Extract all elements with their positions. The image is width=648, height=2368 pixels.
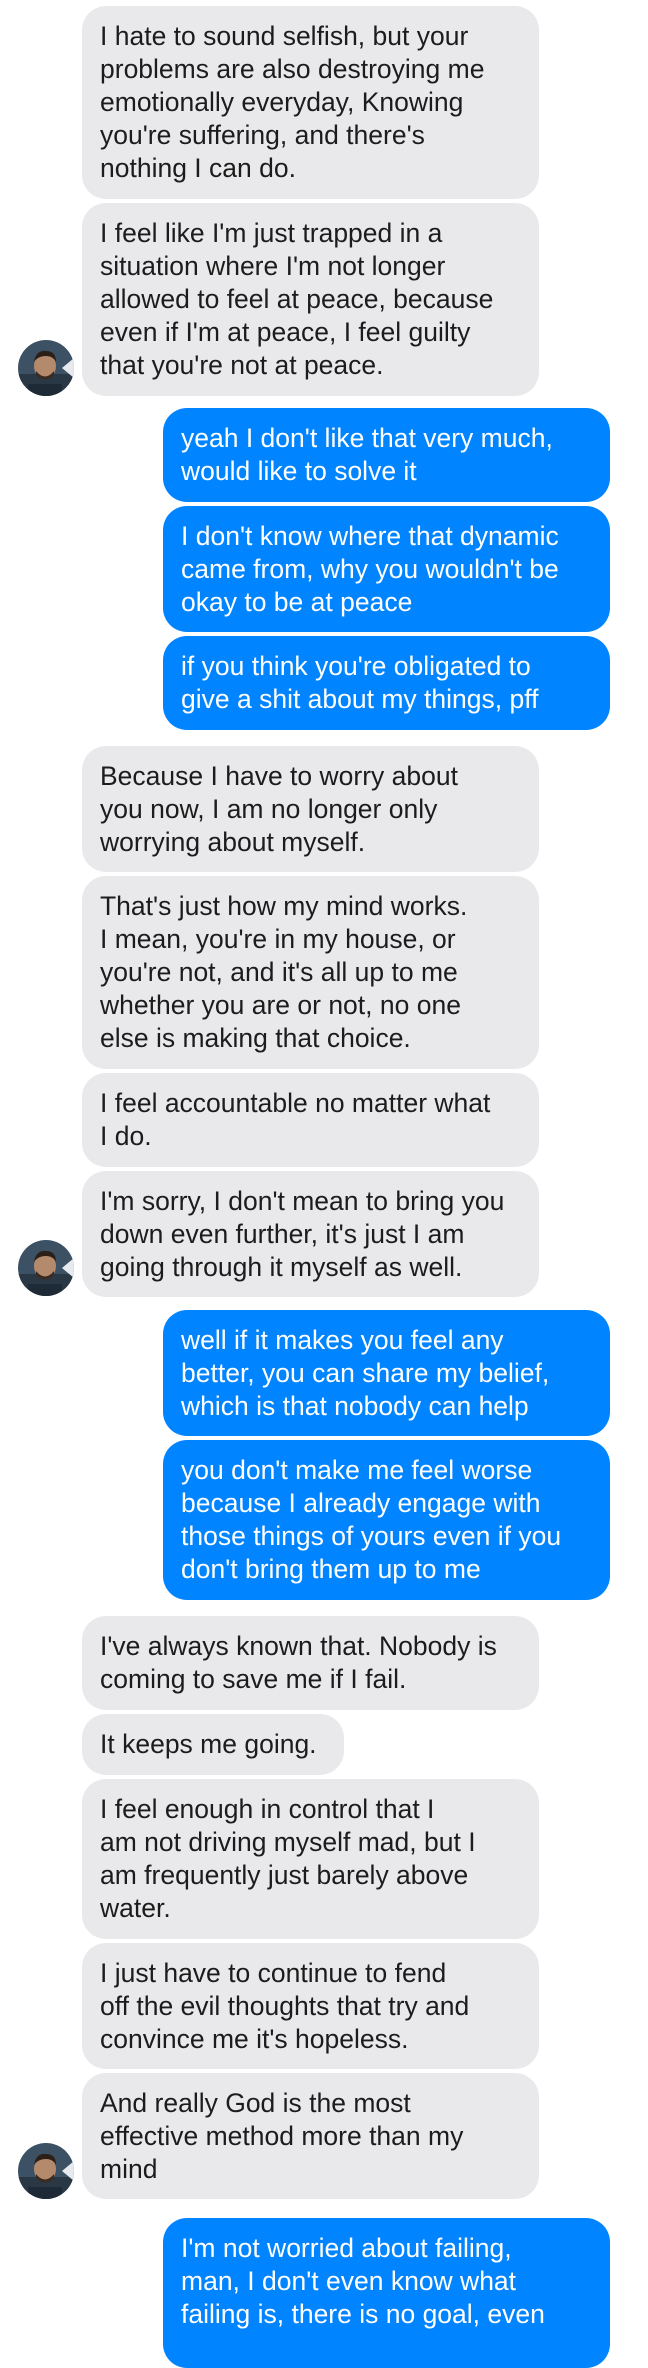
message-bubble-outgoing[interactable]: yeah I don't like that very much, would … bbox=[163, 408, 610, 502]
message-bubble-incoming[interactable]: I hate to sound selfish, but your proble… bbox=[82, 6, 539, 199]
message-bubble-incoming[interactable]: I'm sorry, I don't mean to bring you dow… bbox=[82, 1171, 539, 1297]
contact-photo-icon bbox=[18, 2143, 74, 2199]
message-bubble-incoming[interactable]: I feel like I'm just trapped in a situat… bbox=[82, 203, 539, 396]
message-bubble-incoming[interactable]: I feel accountable no matter what I do. bbox=[82, 1073, 539, 1167]
message-bubble-incoming[interactable]: I've always known that. Nobody is coming… bbox=[82, 1616, 539, 1710]
message-bubble-incoming[interactable]: I just have to continue to fend off the … bbox=[82, 1943, 539, 2069]
message-bubble-outgoing[interactable]: I'm not worried about failing, man, I do… bbox=[163, 2218, 610, 2368]
contact-photo-icon bbox=[18, 340, 74, 396]
message-bubble-outgoing[interactable]: I don't know where that dynamic came fro… bbox=[163, 506, 610, 632]
message-bubble-incoming[interactable]: Because I have to worry about you now, I… bbox=[82, 746, 539, 872]
message-bubble-incoming[interactable]: I feel enough in control that I am not d… bbox=[82, 1779, 539, 1939]
message-bubble-outgoing[interactable]: you don't make me feel worse because I a… bbox=[163, 1440, 610, 1600]
contact-avatar[interactable] bbox=[18, 2143, 74, 2199]
message-bubble-outgoing[interactable]: well if it makes you feel any better, yo… bbox=[163, 1310, 610, 1436]
contact-avatar[interactable] bbox=[18, 1240, 74, 1296]
message-bubble-incoming[interactable]: And really God is the most effective met… bbox=[82, 2073, 539, 2199]
contact-photo-icon bbox=[18, 1240, 74, 1296]
message-bubble-incoming[interactable]: It keeps me going. bbox=[82, 1714, 344, 1775]
contact-avatar[interactable] bbox=[18, 340, 74, 396]
message-bubble-incoming[interactable]: That's just how my mind works. I mean, y… bbox=[82, 876, 539, 1069]
message-thread[interactable]: I hate to sound selfish, but your proble… bbox=[0, 0, 648, 2368]
message-bubble-outgoing[interactable]: if you think you're obligated to give a … bbox=[163, 636, 610, 730]
